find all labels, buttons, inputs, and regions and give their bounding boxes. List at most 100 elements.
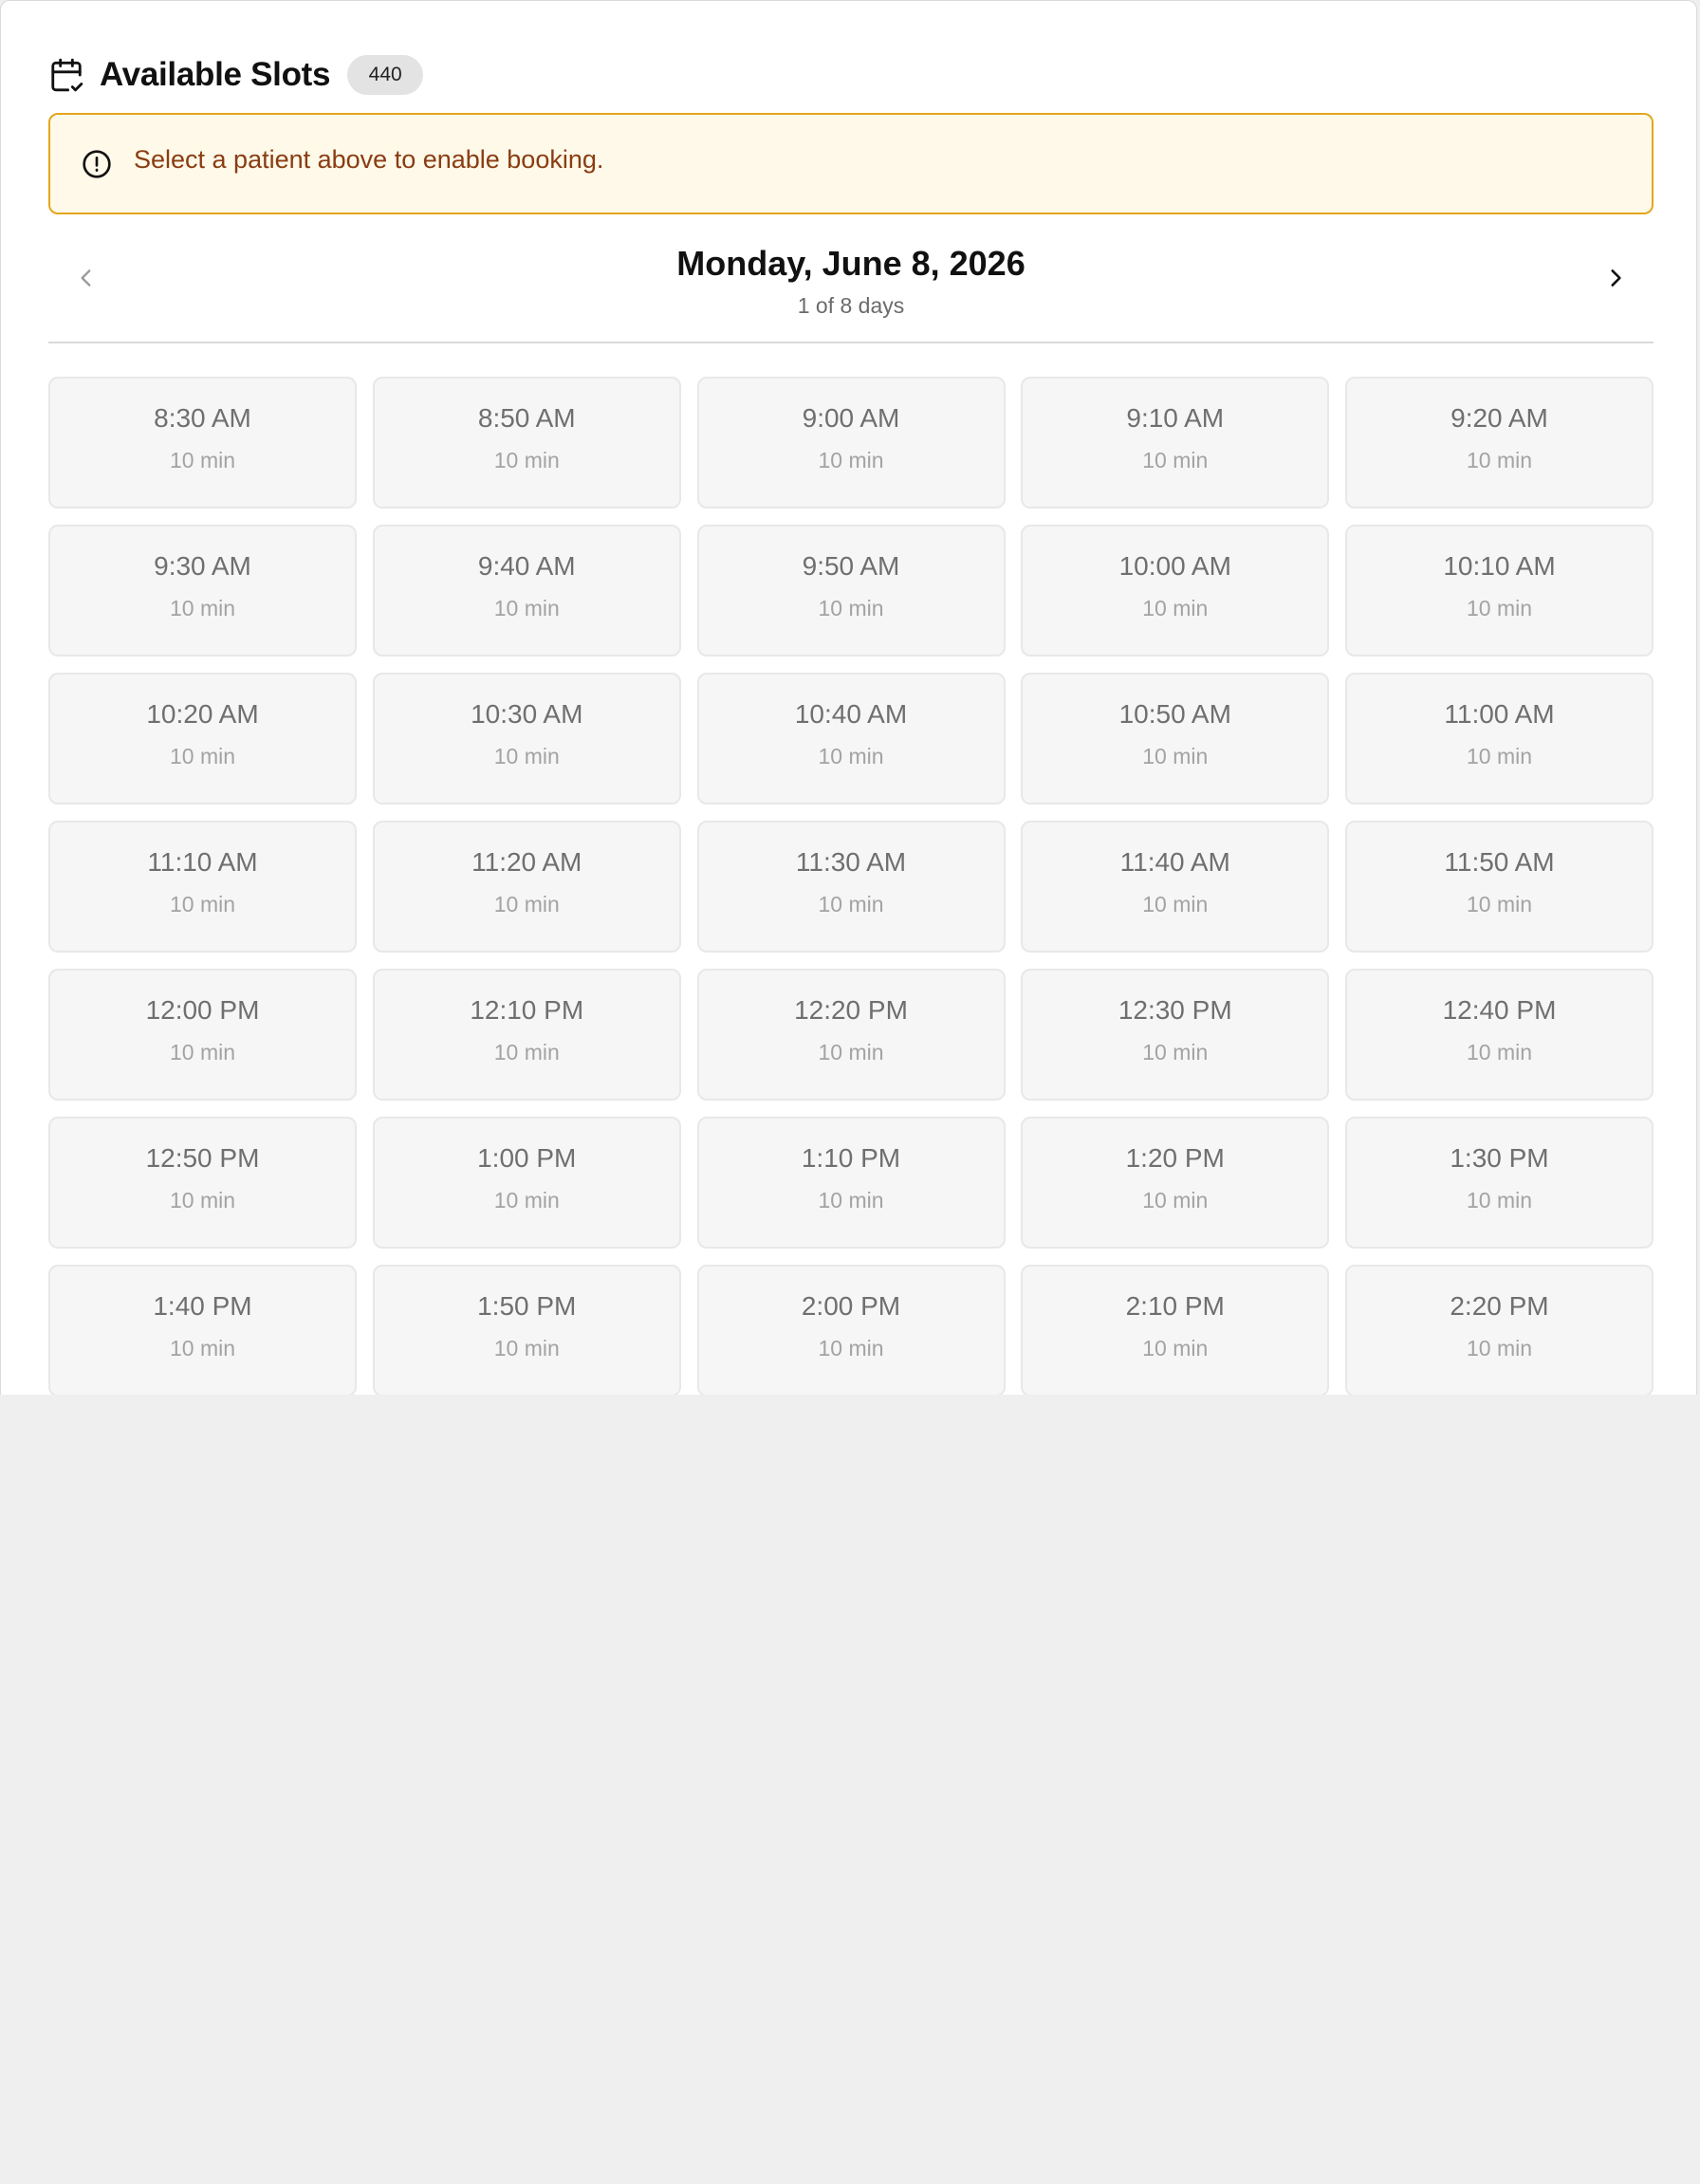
time-slot-button[interactable]: 8:30 AM 10 min (48, 377, 357, 509)
slot-duration: 10 min (169, 1188, 236, 1212)
slot-time: 9:10 AM (1126, 403, 1225, 433)
slot-duration: 10 min (493, 1336, 560, 1360)
slots-header: Available Slots 440 (48, 52, 424, 98)
slot-duration: 10 min (1142, 1188, 1209, 1212)
slot-duration: 10 min (1142, 448, 1209, 472)
booking-warning-alert: Select a patient above to enable booking… (48, 113, 1654, 214)
time-slot-button[interactable]: 9:30 AM 10 min (48, 525, 357, 657)
slot-time: 10:30 AM (471, 699, 583, 729)
slot-time: 11:00 AM (1444, 699, 1555, 729)
slot-time: 9:20 AM (1451, 403, 1548, 433)
slot-duration: 10 min (1466, 1336, 1533, 1360)
day-navigator: Monday, June 8, 2026 1 of 8 days (48, 236, 1654, 343)
time-slot-button[interactable]: 11:20 AM 10 min (372, 821, 681, 953)
time-slot-button[interactable]: 2:20 PM 10 min (1345, 1265, 1654, 1395)
time-slot-button[interactable]: 1:30 PM 10 min (1345, 1117, 1654, 1249)
time-slot-button[interactable]: 10:20 AM 10 min (48, 673, 357, 805)
time-slot-button[interactable]: 12:10 PM 10 min (372, 969, 681, 1101)
slot-duration: 10 min (1142, 892, 1209, 916)
slot-duration: 10 min (169, 1336, 236, 1360)
slot-duration: 10 min (493, 448, 560, 472)
time-slot-button[interactable]: 2:00 PM 10 min (696, 1265, 1006, 1395)
time-slot-button[interactable]: 10:30 AM 10 min (372, 673, 681, 805)
time-slot-button[interactable]: 10:50 AM 10 min (1021, 673, 1330, 805)
slot-duration: 10 min (818, 1336, 884, 1360)
slot-time: 9:30 AM (154, 551, 251, 581)
time-slot-button[interactable]: 9:40 AM 10 min (372, 525, 681, 657)
chevron-right-icon (1603, 266, 1628, 295)
slot-duration: 10 min (493, 744, 560, 768)
slot-time: 2:20 PM (1450, 1291, 1549, 1321)
slot-grid: 8:30 AM 10 min 8:50 AM 10 min 9:00 AM 10 min 9… (48, 377, 1654, 1395)
slot-duration: 10 min (1466, 596, 1533, 620)
slot-time: 10:50 AM (1118, 699, 1231, 729)
alert-circle-icon (82, 149, 112, 179)
slot-time: 2:00 PM (801, 1291, 901, 1321)
slot-time: 10:20 AM (146, 699, 259, 729)
calendar-check-icon (48, 56, 84, 94)
time-slot-button[interactable]: 12:20 PM 10 min (696, 969, 1006, 1101)
time-slot-button[interactable]: 1:00 PM 10 min (372, 1117, 681, 1249)
time-slot-button[interactable]: 9:20 AM 10 min (1345, 377, 1654, 509)
slot-duration: 10 min (169, 892, 236, 916)
time-slot-button[interactable]: 2:10 PM 10 min (1021, 1265, 1330, 1395)
slot-time: 10:10 AM (1443, 551, 1556, 581)
slot-duration: 10 min (493, 1188, 560, 1212)
slot-duration: 10 min (493, 1040, 560, 1064)
alert-message: Select a patient above to enable booking… (134, 145, 604, 174)
slot-time: 8:30 AM (154, 403, 251, 433)
selected-date: Monday, June 8, 2026 (676, 244, 1026, 283)
slot-duration: 10 min (1142, 1040, 1209, 1064)
slot-time: 1:00 PM (477, 1143, 577, 1173)
time-slot-button[interactable]: 1:20 PM 10 min (1021, 1117, 1330, 1249)
slot-time: 11:50 AM (1444, 847, 1555, 877)
slot-duration: 10 min (1466, 448, 1533, 472)
slot-time: 12:30 PM (1118, 995, 1232, 1025)
time-slot-button[interactable]: 12:50 PM 10 min (48, 1117, 357, 1249)
time-slot-button[interactable]: 11:30 AM 10 min (696, 821, 1006, 953)
time-slot-button[interactable]: 9:00 AM 10 min (696, 377, 1006, 509)
slot-time: 1:30 PM (1450, 1143, 1549, 1173)
time-slot-button[interactable]: 8:50 AM 10 min (372, 377, 681, 509)
next-day-button[interactable] (1597, 261, 1635, 299)
time-slot-button[interactable]: 11:50 AM 10 min (1345, 821, 1654, 953)
time-slot-button[interactable]: 1:50 PM 10 min (372, 1265, 681, 1395)
slot-duration: 10 min (1466, 1188, 1533, 1212)
slot-time: 1:40 PM (153, 1291, 252, 1321)
time-slot-button[interactable]: 11:10 AM 10 min (48, 821, 357, 953)
time-slot-button[interactable]: 11:00 AM 10 min (1345, 673, 1654, 805)
available-slots-panel: Available Slots 440 Select a patient abo… (0, 0, 1697, 1395)
slot-duration: 10 min (169, 744, 236, 768)
slot-time: 1:10 PM (801, 1143, 901, 1173)
time-slot-button[interactable]: 1:40 PM 10 min (48, 1265, 357, 1395)
slot-duration: 10 min (493, 596, 560, 620)
slot-duration: 10 min (818, 596, 884, 620)
time-slot-button[interactable]: 9:10 AM 10 min (1021, 377, 1330, 509)
slot-time: 11:10 AM (147, 847, 258, 877)
time-slot-button[interactable]: 9:50 AM 10 min (696, 525, 1006, 657)
slot-duration: 10 min (1466, 744, 1533, 768)
slot-duration: 10 min (818, 448, 884, 472)
time-slot-button[interactable]: 12:00 PM 10 min (48, 969, 357, 1101)
slot-time: 12:20 PM (794, 995, 908, 1025)
time-slot-button[interactable]: 12:40 PM 10 min (1345, 969, 1654, 1101)
time-slot-button[interactable]: 11:40 AM 10 min (1021, 821, 1330, 953)
slot-duration: 10 min (1466, 1040, 1533, 1064)
slot-duration: 10 min (169, 448, 236, 472)
time-slot-button[interactable]: 12:30 PM 10 min (1021, 969, 1330, 1101)
slot-duration: 10 min (818, 1040, 884, 1064)
time-slot-button[interactable]: 10:10 AM 10 min (1345, 525, 1654, 657)
slot-time: 9:40 AM (477, 551, 576, 581)
time-slot-button[interactable]: 10:40 AM 10 min (696, 673, 1006, 805)
slot-duration: 10 min (169, 1040, 236, 1064)
slot-duration: 10 min (1142, 744, 1209, 768)
slot-duration: 10 min (1142, 1336, 1209, 1360)
time-slot-button[interactable]: 10:00 AM 10 min (1021, 525, 1330, 657)
slot-time: 11:40 AM (1119, 847, 1230, 877)
slot-time: 12:40 PM (1442, 995, 1557, 1025)
slot-time: 2:10 PM (1125, 1291, 1225, 1321)
slot-duration: 10 min (818, 892, 884, 916)
slot-time: 12:00 PM (145, 995, 260, 1025)
slot-time: 11:20 AM (471, 847, 582, 877)
time-slot-button[interactable]: 1:10 PM 10 min (696, 1117, 1006, 1249)
